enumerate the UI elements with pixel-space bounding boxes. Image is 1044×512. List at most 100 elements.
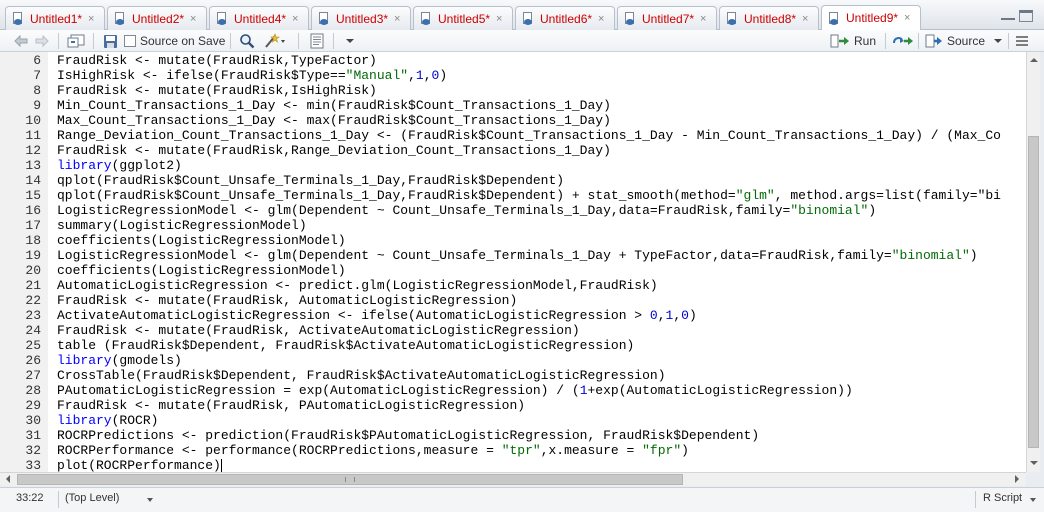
compile-report-icon[interactable] — [309, 32, 325, 50]
vertical-scroll-thumb[interactable] — [1028, 136, 1039, 448]
minimize-icon[interactable] — [1001, 10, 1015, 20]
code-text[interactable]: LogisticRegressionModel <- glm(Dependent… — [57, 203, 876, 218]
more-options-dropdown-icon[interactable] — [345, 32, 355, 50]
rerun-icon[interactable] — [892, 32, 914, 50]
search-icon[interactable] — [239, 32, 255, 50]
file-type-dropdown-icon[interactable] — [1029, 496, 1037, 504]
code-text[interactable]: summary(LogisticRegressionModel) — [57, 218, 307, 233]
code-text[interactable]: FraudRisk <- mutate(FraudRisk,TypeFactor… — [57, 53, 377, 68]
code-text[interactable]: LogisticRegressionModel <- glm(Dependent… — [57, 248, 978, 263]
code-line[interactable]: 26 library(gmodels) — [0, 353, 1026, 368]
code-text[interactable]: FraudRisk <- mutate(FraudRisk,IsHighRisk… — [57, 83, 377, 98]
code-line[interactable]: 12 FraudRisk <- mutate(FraudRisk,Range_De… — [0, 143, 1026, 158]
tab-untitled[interactable]: Untitled4* × — [209, 6, 309, 30]
code-text[interactable]: library(ggplot2) — [57, 158, 182, 173]
code-line[interactable]: 24 FraudRisk <- mutate(FraudRisk, Activat… — [0, 323, 1026, 338]
code-text[interactable]: library(ROCR) — [57, 413, 158, 428]
file-type-selector[interactable]: R Script — [983, 492, 1022, 504]
code-line[interactable]: 28 PAutomaticLogisticRegression = exp(Aut… — [0, 383, 1026, 398]
horizontal-scroll-thumb[interactable] — [17, 474, 683, 485]
code-text[interactable]: IsHighRisk <- ifelse(FraudRisk$Type=="Ma… — [57, 68, 447, 83]
code-editor[interactable]: 6 FraudRisk <- mutate(FraudRisk,TypeFacto… — [0, 52, 1026, 472]
close-tab-icon[interactable]: × — [904, 12, 910, 24]
run-button[interactable]: Run — [830, 32, 876, 50]
code-line[interactable]: 9 Min_Count_Transactions_1_Day <- min(Fra… — [0, 98, 1026, 113]
checkbox-box[interactable] — [124, 35, 136, 47]
code-text[interactable]: coefficients(LogisticRegressionModel) — [57, 263, 346, 278]
code-line[interactable]: 29 FraudRisk <- mutate(FraudRisk, PAutoma… — [0, 398, 1026, 413]
tab-untitled[interactable]: Untitled2* × — [107, 6, 207, 30]
code-tools-icon[interactable] — [264, 32, 286, 50]
horizontal-scrollbar[interactable] — [0, 472, 1026, 486]
close-tab-icon[interactable]: × — [88, 13, 94, 25]
scope-selector[interactable]: (Top Level) — [65, 492, 119, 504]
scroll-up-arrow-icon[interactable] — [1028, 54, 1040, 66]
tab-untitled[interactable]: Untitled7* × — [617, 6, 717, 30]
code-text[interactable]: qplot(FraudRisk$Count_Unsafe_Terminals_1… — [57, 188, 1001, 203]
code-text[interactable]: PAutomaticLogisticRegression = exp(Autom… — [57, 383, 853, 398]
scope-dropdown-icon[interactable] — [146, 496, 154, 504]
code-text[interactable]: plot(ROCRPerformance) — [57, 458, 222, 472]
source-button[interactable]: Source — [925, 32, 1003, 50]
code-line[interactable]: 20 coefficients(LogisticRegressionModel) — [0, 263, 1026, 278]
code-line[interactable]: 7 IsHighRisk <- ifelse(FraudRisk$Type=="M… — [0, 68, 1026, 83]
code-line[interactable]: 13 library(ggplot2) — [0, 158, 1026, 173]
tab-untitled[interactable]: Untitled3* × — [311, 6, 411, 30]
code-text[interactable]: table (FraudRisk$Dependent, FraudRisk$Ac… — [57, 338, 634, 353]
code-line[interactable]: 19 LogisticRegressionModel <- glm(Depende… — [0, 248, 1026, 263]
close-tab-icon[interactable]: × — [700, 13, 706, 25]
chevron-down-icon[interactable] — [993, 37, 1003, 45]
code-text[interactable]: FraudRisk <- mutate(FraudRisk,Range_Devi… — [57, 143, 611, 158]
maximize-icon[interactable] — [1019, 10, 1033, 22]
code-text[interactable]: FraudRisk <- mutate(FraudRisk, PAutomati… — [57, 398, 525, 413]
code-text[interactable]: Max_Count_Transactions_1_Day <- max(Frau… — [57, 113, 611, 128]
close-tab-icon[interactable]: × — [802, 13, 808, 25]
show-in-window-icon[interactable] — [67, 32, 85, 50]
code-line[interactable]: 10 Max_Count_Transactions_1_Day <- max(Fr… — [0, 113, 1026, 128]
code-line[interactable]: 17 summary(LogisticRegressionModel) — [0, 218, 1026, 233]
code-line[interactable]: 22 FraudRisk <- mutate(FraudRisk, Automat… — [0, 293, 1026, 308]
code-line[interactable]: 30 library(ROCR) — [0, 413, 1026, 428]
code-text[interactable]: ActivateAutomaticLogisticRegression <- i… — [57, 308, 697, 323]
close-tab-icon[interactable]: × — [394, 13, 400, 25]
source-on-save-checkbox[interactable]: Source on Save — [124, 32, 225, 50]
code-line[interactable]: 8 FraudRisk <- mutate(FraudRisk,IsHighRis… — [0, 83, 1026, 98]
code-line[interactable]: 15 qplot(FraudRisk$Count_Unsafe_Terminals… — [0, 188, 1026, 203]
code-line[interactable]: 23 ActivateAutomaticLogisticRegression <-… — [0, 308, 1026, 323]
tab-untitled[interactable]: Untitled5* × — [413, 6, 513, 30]
code-text[interactable]: Min_Count_Transactions_1_Day <- min(Frau… — [57, 98, 611, 113]
code-line[interactable]: 33 plot(ROCRPerformance) — [0, 458, 1026, 472]
code-line[interactable]: 6 FraudRisk <- mutate(FraudRisk,TypeFacto… — [0, 53, 1026, 68]
vertical-scrollbar[interactable] — [1026, 52, 1040, 472]
code-line[interactable]: 31 ROCRPredictions <- prediction(FraudRis… — [0, 428, 1026, 443]
tab-untitled[interactable]: Untitled1* × — [5, 6, 105, 30]
code-text[interactable]: ROCRPerformance <- performance(ROCRPredi… — [57, 443, 689, 458]
code-text[interactable]: FraudRisk <- mutate(FraudRisk, ActivateA… — [57, 323, 580, 338]
tab-untitled[interactable]: Untitled9* × — [821, 5, 921, 30]
code-line[interactable]: 16 LogisticRegressionModel <- glm(Depende… — [0, 203, 1026, 218]
code-text[interactable]: AutomaticLogisticRegression <- predict.g… — [57, 278, 658, 293]
scroll-right-arrow-icon[interactable] — [1011, 473, 1023, 485]
code-text[interactable]: Range_Deviation_Count_Transactions_1_Day… — [57, 128, 1001, 143]
code-line[interactable]: 11 Range_Deviation_Count_Transactions_1_D… — [0, 128, 1026, 143]
code-line[interactable]: 32 ROCRPerformance <- performance(ROCRPre… — [0, 443, 1026, 458]
close-tab-icon[interactable]: × — [598, 13, 604, 25]
code-line[interactable]: 21 AutomaticLogisticRegression <- predict… — [0, 278, 1026, 293]
code-text[interactable]: coefficients(LogisticRegressionModel) — [57, 233, 346, 248]
close-tab-icon[interactable]: × — [496, 13, 502, 25]
code-line[interactable]: 25 table (FraudRisk$Dependent, FraudRisk$… — [0, 338, 1026, 353]
back-icon[interactable] — [13, 32, 29, 50]
save-icon[interactable] — [103, 32, 118, 50]
forward-icon[interactable] — [34, 32, 50, 50]
close-tab-icon[interactable]: × — [292, 13, 298, 25]
code-text[interactable]: FraudRisk <- mutate(FraudRisk, Automatic… — [57, 293, 517, 308]
scroll-left-arrow-icon[interactable] — [2, 473, 14, 485]
tab-untitled[interactable]: Untitled8* × — [719, 6, 819, 30]
outline-menu-icon[interactable] — [1015, 32, 1029, 50]
scroll-down-arrow-icon[interactable] — [1028, 457, 1040, 469]
code-line[interactable]: 18 coefficients(LogisticRegressionModel) — [0, 233, 1026, 248]
code-text[interactable]: ROCRPredictions <- prediction(FraudRisk$… — [57, 428, 759, 443]
code-line[interactable]: 14 qplot(FraudRisk$Count_Unsafe_Terminals… — [0, 173, 1026, 188]
code-line[interactable]: 27 CrossTable(FraudRisk$Dependent, FraudR… — [0, 368, 1026, 383]
code-text[interactable]: CrossTable(FraudRisk$Dependent, FraudRis… — [57, 368, 666, 383]
